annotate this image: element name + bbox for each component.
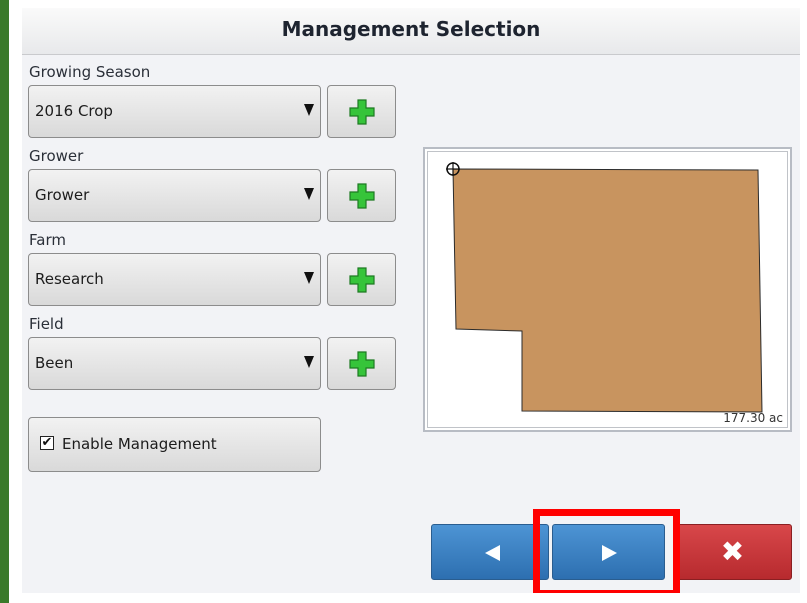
enable-management-toggle[interactable]: ✔ Enable Management	[28, 417, 321, 472]
next-button-highlight	[533, 509, 680, 593]
left-accent-bar	[0, 0, 9, 603]
farm-dropdown[interactable]: Research	[28, 253, 321, 306]
growing-season-label: Growing Season	[29, 63, 151, 81]
field-label: Field	[29, 315, 64, 333]
enable-management-label: Enable Management	[62, 435, 217, 453]
farm-label: Farm	[29, 231, 66, 249]
cancel-button[interactable]: ✖	[673, 524, 792, 580]
plus-icon	[349, 183, 375, 209]
grower-label: Grower	[29, 147, 84, 165]
chevron-down-icon	[304, 188, 314, 200]
growing-season-value: 2016 Crop	[35, 102, 113, 120]
close-icon: ✖	[720, 535, 745, 568]
growing-season-dropdown[interactable]: 2016 Crop	[28, 85, 321, 138]
chevron-down-icon	[304, 104, 314, 116]
plus-icon	[349, 99, 375, 125]
field-map-panel: 177.30 ac	[423, 147, 792, 432]
field-dropdown[interactable]: Been	[28, 337, 321, 390]
chevron-down-icon	[304, 356, 314, 368]
field-boundary-polygon	[452, 168, 763, 413]
enable-management-checkbox[interactable]: ✔	[40, 436, 54, 450]
back-button[interactable]	[431, 524, 549, 580]
field-area-label: 177.30 ac	[723, 411, 783, 425]
add-field-button[interactable]	[327, 337, 396, 390]
farm-value: Research	[35, 270, 104, 288]
add-growing-season-button[interactable]	[327, 85, 396, 138]
plus-icon	[349, 351, 375, 377]
chevron-down-icon	[304, 272, 314, 284]
add-grower-button[interactable]	[327, 169, 396, 222]
management-selection-screen: Management Selection Growing Season 2016…	[22, 8, 800, 593]
title-bar: Management Selection	[22, 8, 800, 55]
plus-icon	[349, 267, 375, 293]
grower-value: Grower	[35, 186, 90, 204]
field-value: Been	[35, 354, 74, 372]
grower-dropdown[interactable]: Grower	[28, 169, 321, 222]
page-title: Management Selection	[281, 17, 541, 41]
field-boundary-map	[446, 162, 763, 413]
field-map[interactable]: 177.30 ac	[427, 151, 788, 428]
add-farm-button[interactable]	[327, 253, 396, 306]
left-arrow-icon	[485, 545, 500, 561]
